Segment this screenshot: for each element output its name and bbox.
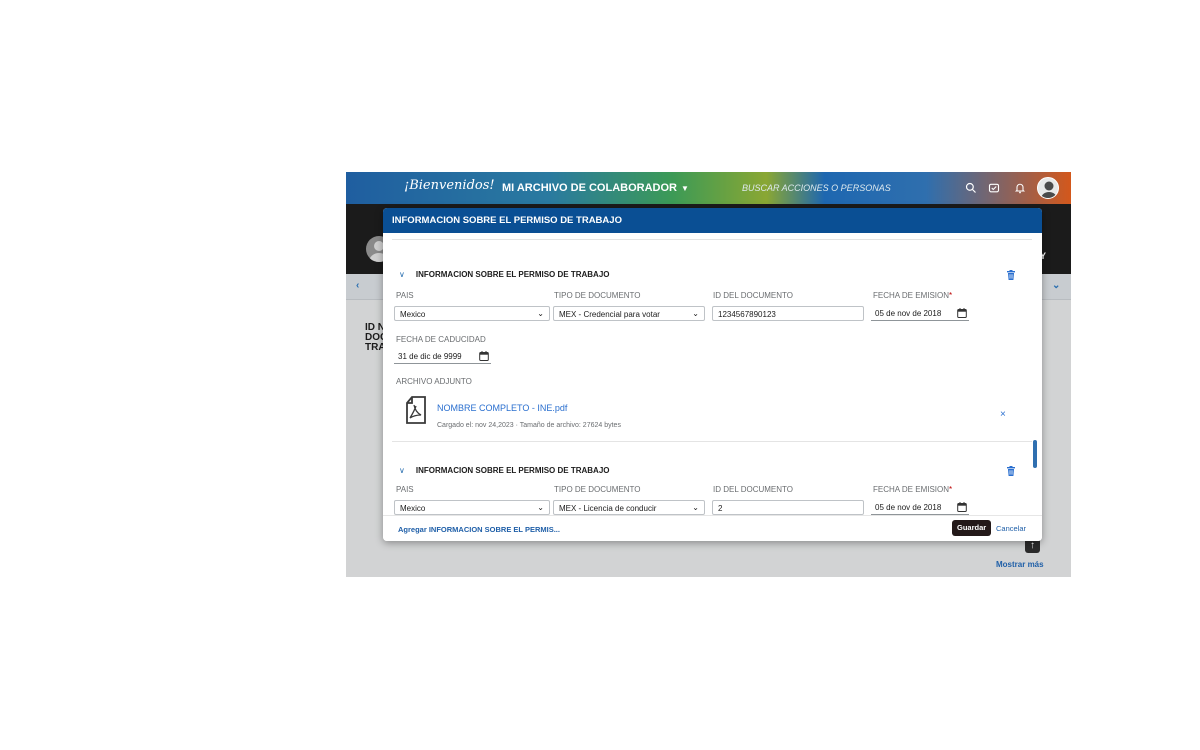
issue-date-label-text: FECHA DE EMISION — [873, 291, 950, 300]
required-marker: * — [949, 291, 953, 300]
pdf-file-icon — [406, 396, 426, 424]
country-value: Mexico — [400, 310, 426, 319]
trash-icon[interactable] — [1006, 466, 1016, 476]
doc-type-label: TIPO DE DOCUMENTO — [554, 485, 641, 494]
chevron-down-icon[interactable]: ⌄ — [1052, 280, 1060, 291]
country-label: PAIS — [396, 291, 414, 300]
add-work-permit-link[interactable]: Agregar INFORMACION SOBRE EL PERMIS... — [398, 525, 560, 534]
doc-id-label: ID DEL DOCUMENTO — [713, 291, 794, 300]
show-more-link[interactable]: Mostrar más — [996, 560, 1044, 569]
group-1-header[interactable]: ∨ INFORMACION SOBRE EL PERMISO DE TRABAJ… — [399, 270, 610, 279]
doc-type-label: TIPO DE DOCUMENTO — [554, 291, 641, 300]
country-value: Mexico — [400, 504, 426, 513]
doc-id-value: 2 — [718, 504, 723, 513]
issue-date-label: FECHA DE EMISION* — [873, 291, 952, 300]
doc-id-value: 1234567890123 — [718, 310, 776, 319]
country-label: PAIS — [396, 485, 414, 494]
chevron-down-icon: ∨ — [399, 270, 405, 279]
save-button[interactable]: Guardar — [952, 520, 992, 536]
search-icon[interactable] — [963, 180, 979, 196]
issue-date-picker[interactable]: 05 de nov de 2018 — [871, 500, 969, 515]
task-icon[interactable] — [986, 180, 1002, 196]
user-avatar[interactable] — [1037, 177, 1059, 199]
issue-date-value: 05 de nov de 2018 — [875, 503, 942, 512]
group-title: INFORMACION SOBRE EL PERMISO DE TRABAJO — [415, 466, 610, 475]
group-title: INFORMACION SOBRE EL PERMISO DE TRABAJO — [415, 270, 610, 279]
expiry-date-value: 31 de dic de 9999 — [398, 352, 462, 361]
company-logo[interactable]: ¡Bienvenidos! — [404, 178, 495, 193]
section-title: ID N DOC TRA — [365, 323, 385, 353]
cancel-button[interactable]: Cancelar — [996, 524, 1026, 533]
doc-id-input[interactable]: 2 — [712, 500, 864, 515]
doc-type-value: MEX - Credencial para votar — [559, 310, 660, 319]
dropdown-arrow-icon: ⌄ — [692, 309, 699, 318]
divider — [392, 239, 1032, 240]
dropdown-arrow-icon: ⌄ — [537, 309, 544, 318]
dialog-body[interactable]: ∨ INFORMACION SOBRE EL PERMISO DE TRABAJ… — [383, 233, 1042, 515]
attachment-meta: Cargado el: nov 24,2023 · Tamaño de arch… — [437, 422, 621, 429]
trash-icon[interactable] — [1006, 270, 1016, 280]
expiry-date-picker[interactable]: 31 de dic de 9999 — [394, 349, 491, 364]
dialog-footer: Agregar INFORMACION SOBRE EL PERMIS... G… — [383, 515, 1042, 541]
doc-type-select[interactable]: MEX - Credencial para votar ⌄ — [553, 306, 705, 321]
caret-down-icon: ▼ — [680, 183, 689, 193]
attachment-label: ARCHIVO ADJUNTO — [396, 377, 472, 386]
divider — [392, 441, 1032, 442]
bell-icon[interactable] — [1012, 180, 1028, 196]
dialog-header: INFORMACION SOBRE EL PERMISO DE TRABAJO — [383, 208, 1042, 233]
issue-date-label: FECHA DE EMISION* — [873, 485, 952, 494]
calendar-icon[interactable] — [957, 502, 967, 512]
doc-type-select[interactable]: MEX - Licencia de conducir ⌄ — [553, 500, 705, 515]
close-icon[interactable]: × — [1000, 409, 1006, 420]
calendar-icon[interactable] — [479, 351, 489, 361]
dialog-title: INFORMACION SOBRE EL PERMISO DE TRABAJO — [392, 215, 622, 226]
shell-bar: ¡Bienvenidos! MI ARCHIVO DE COLABORADOR … — [346, 172, 1071, 204]
required-marker: * — [949, 485, 953, 494]
chevron-left-icon[interactable]: ‹ — [356, 280, 359, 291]
attachment-file-link[interactable]: NOMBRE COMPLETO - INE.pdf — [437, 403, 567, 413]
section-title-line: TRA — [365, 342, 385, 353]
search-field[interactable]: BUSCAR ACCIONES O PERSONAS — [742, 183, 891, 193]
dropdown-arrow-icon: ⌄ — [537, 503, 544, 512]
scrollbar-thumb[interactable] — [1033, 440, 1037, 468]
country-select[interactable]: Mexico ⌄ — [394, 306, 550, 321]
nav-title-label: MI ARCHIVO DE COLABORADOR — [502, 182, 677, 194]
work-permit-dialog: INFORMACION SOBRE EL PERMISO DE TRABAJO … — [383, 208, 1042, 541]
doc-id-label: ID DEL DOCUMENTO — [713, 485, 794, 494]
dropdown-arrow-icon: ⌄ — [692, 503, 699, 512]
nav-title-menu[interactable]: MI ARCHIVO DE COLABORADOR ▼ — [502, 182, 689, 194]
issue-date-picker[interactable]: 05 de nov de 2018 — [871, 306, 969, 321]
country-select[interactable]: Mexico ⌄ — [394, 500, 550, 515]
chevron-down-icon: ∨ — [399, 466, 405, 475]
calendar-icon[interactable] — [957, 308, 967, 318]
doc-id-input[interactable]: 1234567890123 — [712, 306, 864, 321]
expiry-date-label: FECHA DE CADUCIDAD — [396, 335, 486, 344]
issue-date-value: 05 de nov de 2018 — [875, 309, 942, 318]
issue-date-label-text: FECHA DE EMISION — [873, 485, 950, 494]
doc-type-value: MEX - Licencia de conducir — [559, 504, 657, 513]
group-2-header[interactable]: ∨ INFORMACION SOBRE EL PERMISO DE TRABAJ… — [399, 466, 610, 475]
